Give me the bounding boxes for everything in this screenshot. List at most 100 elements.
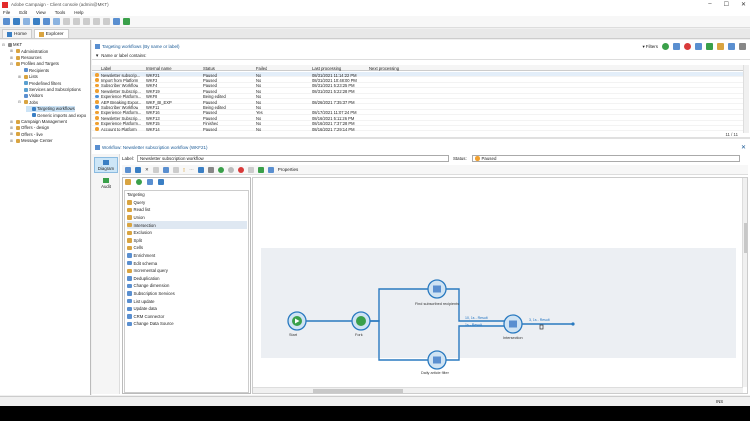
expander-icon[interactable]: ⊟ [18,100,22,104]
copy-icon[interactable] [73,18,80,25]
menu-item-view[interactable]: View [36,10,46,15]
refresh-icon[interactable] [257,166,264,173]
targeting-tab-icon[interactable] [125,179,131,185]
palette-item[interactable]: Edit schema [127,259,247,267]
filters-button[interactable]: ▾ Filters [642,44,658,50]
home-icon[interactable] [33,18,40,25]
save-icon[interactable] [673,43,680,50]
tree-item[interactable]: ⊞ Campaign Management [10,119,67,125]
view-icon[interactable] [53,18,60,25]
delete-icon[interactable] [83,18,90,25]
redo-icon[interactable] [103,18,110,25]
palette-item[interactable]: Intersection [127,221,247,229]
expander-icon[interactable]: ⊟ [2,43,6,47]
menu-icon[interactable]: ▯ [183,167,185,173]
pointer-icon[interactable] [152,166,159,173]
palette-item[interactable]: Change dimension [127,282,247,290]
menu-item-tools[interactable]: Tools [55,10,66,15]
play-icon[interactable] [217,166,224,173]
tree-item[interactable]: Targeting workflows [26,106,75,112]
canvas-hscrollbar[interactable] [253,387,743,393]
delete-activity-icon[interactable]: ✕ [145,167,149,173]
flow-control-tab-icon[interactable] [136,179,142,185]
pause-icon[interactable] [227,166,234,173]
expander-icon[interactable]: ⊞ [10,49,14,53]
palette-item[interactable]: Read list [127,206,247,214]
save-icon[interactable] [135,166,141,173]
palette-item[interactable]: Union [127,214,247,222]
add-icon[interactable] [662,43,669,50]
scroll-thumb[interactable] [313,389,403,393]
tree-item[interactable]: Visitors [18,93,43,99]
tree-item[interactable]: Predefined filters [18,80,61,86]
tree-item[interactable]: ⊞ Resources [10,55,42,61]
palette-item[interactable]: CRM Connector [127,313,247,321]
panel-divider[interactable] [92,137,750,139]
export-icon[interactable] [728,43,735,50]
stop-icon[interactable] [237,166,244,173]
grid-scrollbar[interactable] [743,65,749,133]
tab-home[interactable]: Home [2,29,32,38]
palette-item[interactable]: Change Data Source [127,320,247,328]
diagram-button[interactable]: Diagram [94,157,118,173]
workflow-canvas[interactable]: Start Fork Find subscribed recipients Da… [252,177,748,394]
close-button[interactable]: ✕ [741,1,746,8]
forward-icon[interactable] [23,18,30,25]
intersection-node[interactable] [503,314,523,334]
palette-item[interactable]: Subscription Services [127,290,247,298]
actions-tab-icon[interactable] [147,179,153,185]
column-header[interactable]: Internal name [146,66,172,71]
palette-item[interactable]: Update data [127,305,247,313]
palette-item[interactable]: Cells [127,244,247,252]
tree-item[interactable]: ⊞ Administration [10,48,48,54]
folder-icon[interactable] [43,18,50,25]
collapse-icon[interactable] [739,43,746,50]
expander-icon[interactable]: ⊞ [10,126,14,130]
table-row[interactable]: Account to Platform WKF14 Paused No 08/16/20… [92,126,743,132]
tree-item[interactable]: Services and Subscriptions [18,87,81,93]
expand-icon[interactable]: ✕ [741,144,746,151]
grid-view-icon[interactable] [125,166,131,173]
undo-icon[interactable] [93,18,100,25]
tree-item[interactable]: ⊞ Offers - design [10,125,49,131]
palette-item[interactable]: Incremental query [127,267,247,275]
expander-icon[interactable]: ⊞ [10,120,14,124]
audit-button[interactable]: Audit [94,175,118,191]
tree-item[interactable]: ⊟ MKT [2,42,22,48]
expander-icon[interactable]: ⊞ [10,139,14,143]
zoom-icon[interactable] [162,166,169,173]
canvas-vscrollbar[interactable] [742,178,747,387]
align-icon[interactable] [172,166,179,173]
tree-item[interactable]: ⊞ Lists [18,74,38,80]
start-workflow-icon[interactable] [197,166,204,173]
tab-explorer[interactable]: Explorer [33,29,69,38]
column-header[interactable]: Last processing [312,66,341,71]
cut-icon[interactable] [63,18,70,25]
scroll-thumb[interactable] [744,223,747,253]
palette-item[interactable]: Split [127,237,247,245]
column-header[interactable]: Label [101,66,111,71]
expander-icon[interactable]: ⊞ [18,75,22,79]
events-tab-icon[interactable] [158,179,164,185]
label-input[interactable]: Newsletter subscription workflow [137,155,449,162]
expander-icon[interactable]: ⊟ [10,62,14,66]
more-icon[interactable]: ··· [189,167,194,172]
refresh-icon[interactable] [123,18,130,25]
menu-item-help[interactable]: Help [74,10,83,15]
minimize-button[interactable]: – [708,1,711,8]
expander-icon[interactable]: ⊞ [10,132,14,136]
refresh-icon[interactable] [706,43,713,50]
palette-item[interactable]: Exclusion [127,229,247,237]
column-header[interactable]: Next processing [369,66,399,71]
tree-item[interactable]: Recipients [18,68,49,74]
reset-icon[interactable] [247,166,254,173]
fork-node[interactable] [351,311,371,331]
print-icon[interactable] [113,18,120,25]
tree-item[interactable]: Generic imports and expo [26,112,86,118]
start-node[interactable] [287,311,307,331]
find-recipients-node[interactable] [427,279,447,299]
actions-icon[interactable] [717,43,724,50]
duplicate-icon[interactable] [695,43,702,50]
copy-icon[interactable] [207,166,214,173]
palette-item[interactable]: Deduplication [127,275,247,283]
